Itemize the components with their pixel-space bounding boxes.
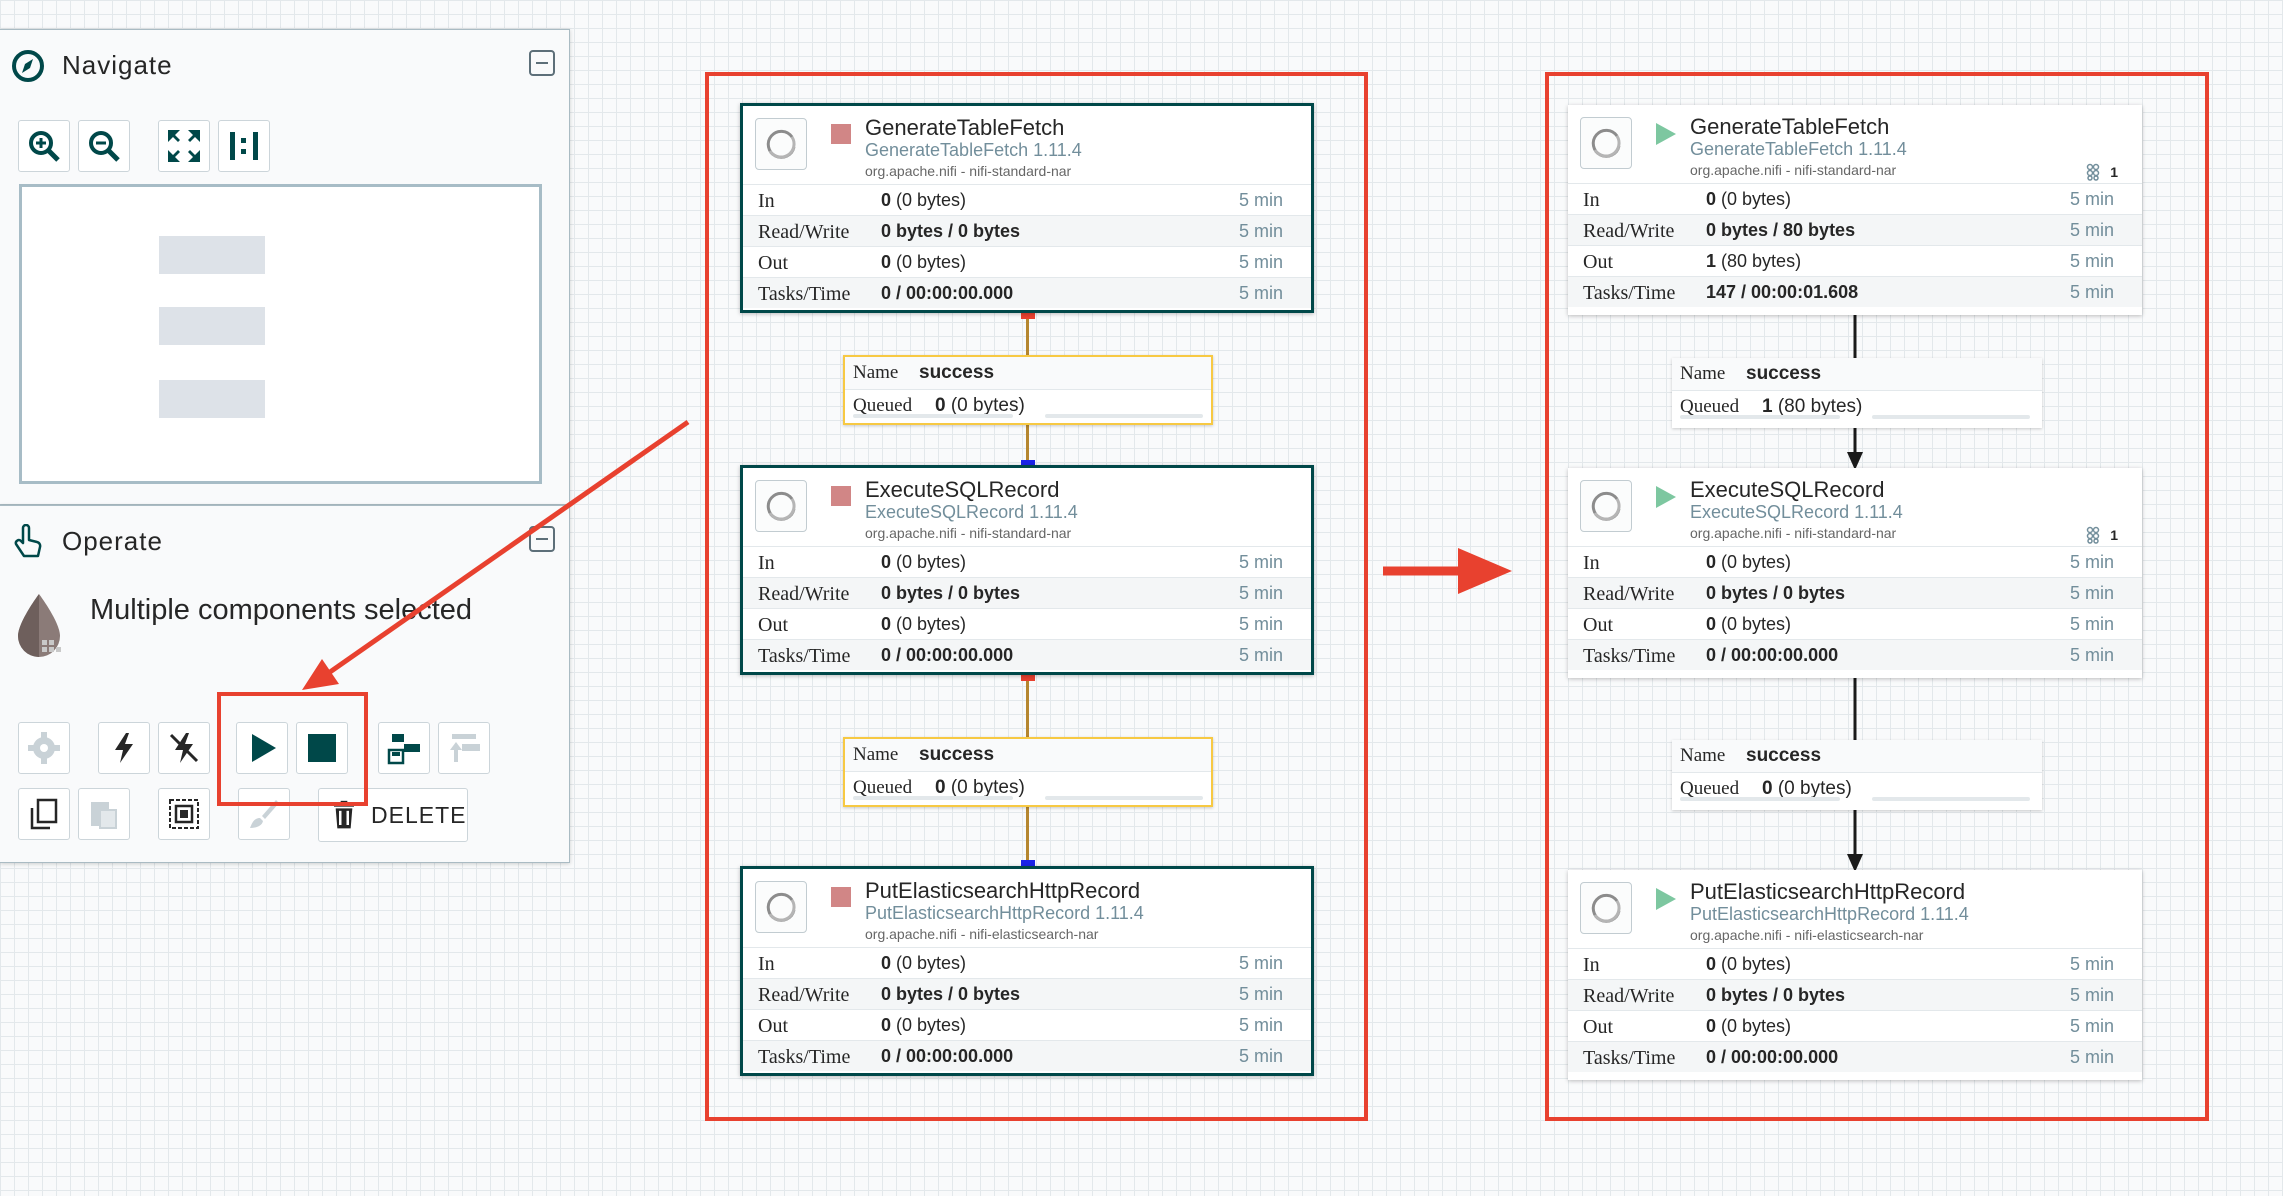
connection-label-success-running[interactable]: Name success Queued 1 (80 bytes) [1672,358,2042,428]
stat-tasks: Tasks/Time 147 / 00:00:01.608 5 min [1568,276,2142,307]
connection-name: success [1746,363,1822,384]
stat-label: Read/Write [1583,220,1675,242]
stat-value: 0 (0 bytes) [1706,954,1792,974]
connection-name-key: Name [1680,363,1726,384]
stat-readwrite: Read/Write 0 bytes / 80 bytes 5 min [1568,214,2142,245]
connection-queued-row: Queued 0 (0 bytes) [1672,773,2042,805]
processor-icon [1591,491,1621,521]
stat-label: Read/Write [1583,985,1675,1007]
stat-window: 5 min [2069,985,2114,1005]
processor-bundle: org.apache.nifi - nifi-elasticsearch-nar [1690,927,1924,943]
stat-value: 1 (80 bytes) [1706,251,1802,271]
stat-value: 0 bytes / 0 bytes [1706,583,1846,603]
stat-readwrite: Read/Write 0 bytes / 0 bytes 5 min [1568,979,2142,1010]
stat-label: In [1583,954,1600,976]
stat-window: 5 min [2069,282,2114,302]
connection-name: success [1746,745,1822,766]
stat-value: 0 (0 bytes) [1706,1016,1792,1036]
connection-label-success-running[interactable]: Name success Queued 0 (0 bytes) [1672,740,2042,810]
stat-value: 0 / 00:00:00.000 [1706,645,1839,665]
stat-label: Out [1583,1016,1613,1038]
connection-name-row: Name success [1672,740,2042,773]
connection-name-row: Name success [1672,358,2042,391]
active-threads-icon [2086,526,2100,544]
stat-window: 5 min [2069,251,2114,271]
processor-name: ExecuteSQLRecord [1690,477,1885,502]
connection-queued-row: Queued 1 (80 bytes) [1672,391,2042,423]
connection-name-key: Name [1680,745,1726,766]
stat-window: 5 min [2069,645,2114,665]
stat-label: Tasks/Time [1583,282,1676,304]
running-icon [1656,888,1676,910]
stat-tasks: Tasks/Time 0 / 00:00:00.000 5 min [1568,639,2142,670]
stat-value: 147 / 00:00:01.608 [1706,282,1859,302]
processor-putelasticsearchhttprecord-running[interactable]: PutElasticsearchHttpRecord PutElasticsea… [1568,870,2142,1080]
processor-bundle: org.apache.nifi - nifi-standard-nar [1690,162,1897,178]
stat-window: 5 min [2069,220,2114,240]
stat-window: 5 min [2069,583,2114,603]
stat-label: Tasks/Time [1583,645,1676,667]
stat-label: Out [1583,614,1613,636]
processor-type: ExecuteSQLRecord 1.11.4 [1690,502,1903,522]
stat-out: Out 0 (0 bytes) 5 min [1568,1010,2142,1041]
processor-stats: In 0 (0 bytes) 5 min Read/Write 0 bytes / 0… [1568,948,2142,1072]
stat-label: Tasks/Time [1583,1047,1676,1069]
processor-icon [1591,893,1621,923]
processor-type: PutElasticsearchHttpRecord 1.11.4 [1690,904,1969,924]
stat-in: In 0 (0 bytes) 5 min [1568,546,2142,577]
processor-generatetablefetch-running[interactable]: GenerateTableFetch GenerateTableFetch 1.… [1568,105,2142,315]
stat-label: In [1583,552,1600,574]
stat-in: In 0 (0 bytes) 5 min [1568,183,2142,214]
stat-value: 0 (0 bytes) [1706,189,1792,209]
processor-stats: In 0 (0 bytes) 5 min Read/Write 0 bytes / 0… [1568,546,2142,670]
processor-name: PutElasticsearchHttpRecord [1690,879,1966,904]
stat-value: 0 (0 bytes) [1706,552,1792,572]
processor-name: GenerateTableFetch [1690,114,1890,139]
running-icon [1656,486,1676,508]
active-threads: 1 [2086,163,2118,181]
stat-window: 5 min [2069,552,2114,572]
stat-window: 5 min [2069,1016,2114,1036]
stat-readwrite: Read/Write 0 bytes / 0 bytes 5 min [1568,577,2142,608]
queue-bar [1872,415,2030,419]
queue-bar [1680,415,1840,419]
processor-icon [1580,480,1632,532]
stat-tasks: Tasks/Time 0 / 00:00:00.000 5 min [1568,1041,2142,1072]
stat-value: 0 / 00:00:00.000 [1706,1047,1839,1067]
stat-label: Read/Write [1583,583,1675,605]
processor-icon [1591,128,1621,158]
stat-label: Out [1583,251,1613,273]
stat-window: 5 min [2069,614,2114,634]
processor-icon [1580,117,1632,169]
processor-executesqlrecord-running[interactable]: ExecuteSQLRecord ExecuteSQLRecord 1.11.4… [1568,468,2142,678]
stat-value: 0 bytes / 80 bytes [1706,220,1856,240]
stat-in: In 0 (0 bytes) 5 min [1568,948,2142,979]
stat-label: In [1583,189,1600,211]
active-threads: 1 [2086,526,2118,544]
stat-window: 5 min [2069,1047,2114,1067]
processor-bundle: org.apache.nifi - nifi-standard-nar [1690,525,1897,541]
stat-window: 5 min [2069,954,2114,974]
stat-value: 0 (0 bytes) [1706,614,1792,634]
stat-window: 5 min [2069,189,2114,209]
running-icon [1656,123,1676,145]
stat-value: 0 bytes / 0 bytes [1706,985,1846,1005]
active-threads-icon [2086,163,2100,181]
queue-bar [1872,797,2030,801]
stat-out: Out 0 (0 bytes) 5 min [1568,608,2142,639]
stat-out: Out 1 (80 bytes) 5 min [1568,245,2142,276]
queue-bar [1680,797,1840,801]
processor-type: GenerateTableFetch 1.11.4 [1690,139,1907,159]
processor-icon [1580,882,1632,934]
processor-stats: In 0 (0 bytes) 5 min Read/Write 0 bytes / 8… [1568,183,2142,307]
